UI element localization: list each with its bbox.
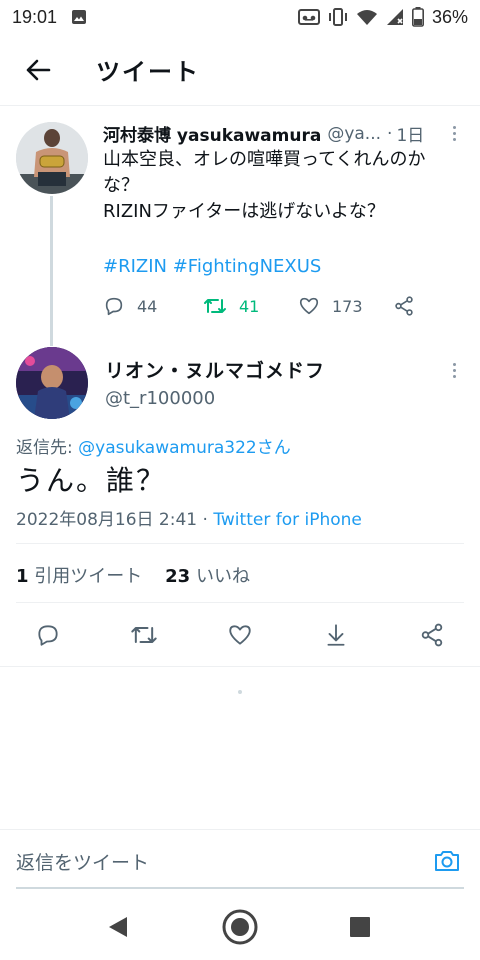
main-author-name[interactable]: リオン・ヌルマゴメドフ xyxy=(105,356,325,383)
quote-label: 引用ツイート xyxy=(34,566,143,587)
text-line: RIZINファイターは逃げないよな？ xyxy=(103,201,385,222)
retweet-icon xyxy=(131,627,157,643)
more-dots-icon xyxy=(452,362,456,366)
quote-count: 1 xyxy=(16,566,29,587)
loading-indicator xyxy=(238,690,242,694)
retweet-icon xyxy=(204,299,226,313)
parent-retweet-button[interactable]: 41 xyxy=(203,295,298,317)
share-icon xyxy=(395,296,413,316)
page-title: ツイート xyxy=(96,58,200,86)
parent-tweet-avatar[interactable] xyxy=(16,122,88,194)
back-button[interactable] xyxy=(18,50,58,90)
home-circle-icon xyxy=(222,909,258,945)
parent-more-button[interactable] xyxy=(444,121,464,145)
retweet-button[interactable] xyxy=(130,621,158,649)
signal-icon xyxy=(386,8,404,26)
parent-actions: 44 41 173 xyxy=(103,292,423,320)
like-button[interactable] xyxy=(226,621,254,649)
nav-recents-button[interactable] xyxy=(340,907,380,947)
like-count: 173 xyxy=(332,296,363,316)
likes-count: 23 xyxy=(165,566,191,587)
reply-button[interactable] xyxy=(34,621,62,649)
heart-icon xyxy=(229,625,251,645)
tweet-timestamp: 2022年08月16日 2:41 · Twitter for iPhone xyxy=(16,505,362,530)
quote-tweets-stat[interactable]: 1 引用ツイート xyxy=(16,566,142,587)
parent-hashtags[interactable]: #RIZIN #FightingNEXUS xyxy=(103,256,321,277)
main-tweet-avatar[interactable] xyxy=(16,347,88,419)
main-more-button[interactable] xyxy=(444,358,464,382)
camera-button[interactable] xyxy=(432,846,462,876)
parent-author-name[interactable]: 河村泰博 yasukawamura xyxy=(103,121,321,146)
parent-tweet-header: 河村泰博 yasukawamura @ya... · 1日 xyxy=(103,121,463,147)
app-header: ツイート xyxy=(0,34,480,106)
wifi-icon xyxy=(356,8,378,26)
thread-connector-line xyxy=(50,196,53,346)
reply-input[interactable]: 返信をツイート xyxy=(16,848,149,875)
nav-back-button[interactable] xyxy=(98,907,138,947)
status-bar: 19:01 36% xyxy=(0,0,480,34)
reply-icon xyxy=(105,297,123,316)
square-recents-icon xyxy=(350,917,370,937)
likes-label: いいね xyxy=(195,566,250,587)
parent-tweet-text: 山本空良、オレの喧嘩買ってくれんのか な？ RIZINファイターは逃げないよな？ xyxy=(103,147,468,225)
reply-composer: 返信をツイート xyxy=(0,829,480,889)
main-tweet-text: うん。誰？ xyxy=(16,464,167,497)
battery-percent: 36% xyxy=(431,6,468,27)
download-icon xyxy=(327,624,345,646)
text-line: な？ xyxy=(103,175,139,196)
divider xyxy=(16,602,464,603)
share-icon xyxy=(421,623,443,647)
text-line: 山本空良、オレの喧嘩買ってくれんのか xyxy=(103,149,426,170)
separator-dot: · xyxy=(387,123,393,144)
likes-stat[interactable]: 23 いいね xyxy=(165,566,250,587)
retweet-count: 41 xyxy=(239,296,260,316)
battery-icon xyxy=(411,7,424,27)
parent-share-button[interactable] xyxy=(393,295,415,317)
divider xyxy=(0,666,480,667)
system-nav-bar xyxy=(0,889,480,960)
parent-reply-button[interactable]: 44 xyxy=(103,295,203,317)
bookmark-download-button[interactable] xyxy=(322,621,350,649)
divider xyxy=(16,543,464,544)
more-dots-icon xyxy=(452,125,456,129)
reply-count: 44 xyxy=(137,296,158,316)
tweet-source-link[interactable]: Twitter for iPhone xyxy=(213,510,362,530)
share-button[interactable] xyxy=(418,621,446,649)
parent-like-button[interactable]: 173 xyxy=(298,295,393,317)
tweet-date: 2022年08月16日 2:41 · xyxy=(16,510,214,530)
vibrate-icon xyxy=(328,8,348,26)
voicemail-icon xyxy=(297,8,320,26)
camera-icon xyxy=(435,851,459,871)
replying-to-link[interactable]: @yasukawamura322さん xyxy=(78,438,291,458)
status-time: 19:01 xyxy=(12,6,58,27)
parent-author-handle[interactable]: @ya... xyxy=(327,124,381,144)
replying-to: 返信先: @yasukawamura322さん xyxy=(16,433,291,458)
image-icon xyxy=(71,9,87,25)
main-author-handle[interactable]: @t_r100000 xyxy=(105,388,215,409)
reply-icon xyxy=(38,625,58,646)
replying-label: 返信先: xyxy=(16,438,79,458)
nav-home-button[interactable] xyxy=(220,907,260,947)
triangle-back-icon xyxy=(109,917,127,937)
parent-tweet-time: 1日 xyxy=(396,126,425,146)
main-tweet-actions xyxy=(0,612,480,658)
tweet-stats: 1 引用ツイート 23 いいね xyxy=(16,562,250,588)
heart-icon xyxy=(299,297,319,315)
arrow-left-icon xyxy=(26,59,51,80)
